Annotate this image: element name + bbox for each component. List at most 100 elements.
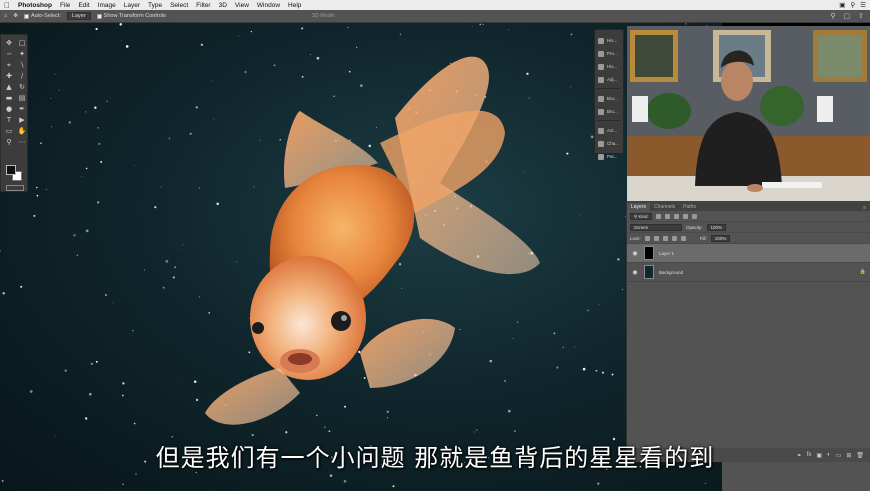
layer-name: Background: [659, 269, 684, 275]
panel-history[interactable]: His...: [595, 34, 623, 47]
layer-row-background[interactable]: ◉ Background 🔒: [627, 263, 870, 282]
foreground-color-swatch[interactable]: [6, 165, 16, 175]
filter-pixel-icon[interactable]: [655, 213, 661, 219]
instructor-video-image: [627, 26, 870, 201]
filter-shape-icon[interactable]: [682, 213, 688, 219]
filter-kind-label: Kind: [638, 213, 648, 219]
menu-3d[interactable]: 3D: [215, 2, 231, 9]
layers-panel-tabs: Layers Channels Paths ≡: [627, 201, 870, 211]
layer-filter-row: ⚲ Kind: [627, 211, 870, 222]
fill-label: Fill:: [699, 235, 707, 241]
auto-select-dropdown[interactable]: Layer: [66, 12, 91, 20]
visibility-eye-icon[interactable]: ◉: [631, 250, 639, 257]
divider: [597, 118, 621, 121]
fill-input[interactable]: 100%: [710, 234, 731, 242]
menu-file[interactable]: File: [56, 2, 74, 9]
marquee-tool-icon[interactable]: □: [16, 38, 28, 48]
move-tool-icon[interactable]: ✥: [3, 38, 15, 48]
healing-brush-icon[interactable]: ✚: [3, 71, 15, 81]
panel-properties[interactable]: Pro...: [595, 47, 623, 60]
visibility-eye-icon[interactable]: ◉: [631, 269, 639, 276]
auto-select-checkbox[interactable]: Auto-Select:: [23, 13, 61, 19]
filter-smart-object-icon[interactable]: [691, 213, 697, 219]
app-menu-photoshop[interactable]: Photoshop: [14, 2, 56, 9]
tab-channels[interactable]: Channels: [650, 203, 679, 211]
panel-label: His...: [607, 64, 618, 69]
divider: [597, 86, 621, 89]
share-icon[interactable]: ⇧: [858, 12, 864, 20]
menu-help[interactable]: Help: [284, 2, 305, 9]
filter-adjustment-icon[interactable]: [664, 213, 670, 219]
brush-tool-icon[interactable]: ∕: [16, 71, 28, 81]
panel-paragraph[interactable]: Par...: [595, 150, 623, 163]
crop-tool-icon[interactable]: ⌖: [3, 60, 15, 70]
panel-label: Par...: [607, 154, 618, 159]
panel-brush-settings[interactable]: Bru...: [595, 105, 623, 118]
lock-all-icon[interactable]: [680, 235, 686, 241]
dodge-tool-icon[interactable]: ●: [3, 104, 15, 114]
apple-menu-icon[interactable]: : [0, 1, 14, 10]
more-tools-icon[interactable]: ⋯: [16, 137, 28, 147]
layer-name: Layer 1: [659, 250, 675, 256]
search-icon[interactable]: ⚲: [830, 12, 835, 20]
quick-mask-icon[interactable]: [6, 185, 24, 191]
tab-layers[interactable]: Layers: [627, 203, 651, 211]
path-selection-icon[interactable]: ▶: [16, 115, 28, 125]
panel-brush[interactable]: Bru...: [595, 92, 623, 105]
menu-list-icon[interactable]: ☰: [860, 1, 866, 9]
lock-pixels-icon[interactable]: [653, 235, 659, 241]
type-tool-icon[interactable]: T: [3, 115, 15, 125]
options-bar: ⌂ ✥ Auto-Select: Layer Show Transform Co…: [0, 10, 870, 23]
filter-type-icon[interactable]: [673, 213, 679, 219]
panel-label: Bru...: [607, 109, 618, 114]
panel-adjustments[interactable]: Adj...: [595, 73, 623, 86]
show-transform-controls-checkbox[interactable]: Show Transform Controls: [96, 13, 166, 19]
3d-mode-label: 3D Mode:: [311, 13, 336, 19]
panel-label: Cha...: [607, 141, 620, 146]
hand-tool-icon[interactable]: ✋: [16, 126, 28, 136]
eyedropper-icon[interactable]: ∖: [16, 60, 28, 70]
lock-transparent-icon[interactable]: [644, 235, 650, 241]
move-tool-icon[interactable]: ✥: [13, 13, 18, 19]
menubar-status-area: ▣ ⚲ ☰: [839, 0, 866, 10]
gradient-tool-icon[interactable]: ▤: [16, 93, 28, 103]
menu-image[interactable]: Image: [94, 2, 120, 9]
menu-window[interactable]: Window: [253, 2, 284, 9]
menu-select[interactable]: Select: [166, 2, 192, 9]
clone-stamp-icon[interactable]: ▲: [3, 82, 15, 92]
workspace-icon[interactable]: ▢: [844, 12, 851, 20]
panel-actions[interactable]: Act...: [595, 124, 623, 137]
history-brush-icon[interactable]: ↻: [16, 82, 28, 92]
shape-tool-icon[interactable]: ▭: [3, 126, 15, 136]
brush-settings-icon: [598, 108, 604, 115]
blend-mode-dropdown[interactable]: Screen: [630, 223, 682, 231]
lock-icon: 🔒: [859, 269, 866, 275]
menu-edit[interactable]: Edit: [74, 2, 93, 9]
home-icon[interactable]: ⌂: [4, 13, 7, 19]
lock-position-icon[interactable]: [662, 235, 668, 241]
menu-type[interactable]: Type: [144, 2, 166, 9]
opacity-input[interactable]: 100%: [706, 223, 727, 231]
filter-kind-dropdown[interactable]: ⚲ Kind: [630, 212, 652, 220]
layer-row-layer-1[interactable]: ◉ Layer 1: [627, 244, 870, 263]
panel-histogram[interactable]: His...: [595, 60, 623, 73]
options-bar-right: ⚲ ▢ ⇧: [830, 12, 864, 20]
cast-icon[interactable]: ▣: [839, 1, 845, 9]
panel-character[interactable]: Cha...: [595, 137, 623, 150]
magic-wand-icon[interactable]: ✦: [16, 49, 28, 59]
paragraph-icon: [598, 153, 604, 160]
menu-layer[interactable]: Layer: [120, 2, 144, 9]
menu-view[interactable]: View: [231, 2, 253, 9]
tab-paths[interactable]: Paths: [679, 203, 700, 211]
checkbox-box: [96, 13, 102, 19]
menu-filter[interactable]: Filter: [192, 2, 214, 9]
actions-icon: [598, 127, 604, 134]
panel-menu-icon[interactable]: ≡: [863, 205, 870, 211]
lock-artboard-icon[interactable]: [671, 235, 677, 241]
zoom-tool-icon[interactable]: ⚲: [3, 137, 15, 147]
lasso-tool-icon[interactable]: ∽: [3, 49, 15, 59]
panel-label: Act...: [607, 128, 618, 133]
search-icon[interactable]: ⚲: [850, 1, 855, 9]
pen-tool-icon[interactable]: ✒: [16, 104, 28, 114]
eraser-icon[interactable]: ▬: [3, 93, 15, 103]
